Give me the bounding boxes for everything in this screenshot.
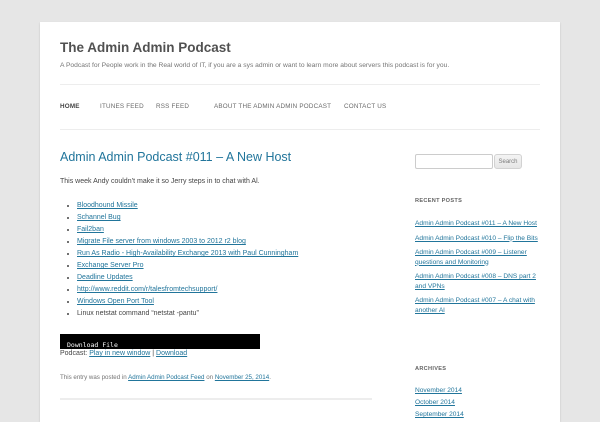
nav-item-home[interactable]: HOME bbox=[60, 85, 80, 129]
recent-post-link[interactable]: Admin Admin Podcast #008 – DNS part 2 an… bbox=[415, 273, 536, 290]
show-note-link[interactable]: Deadline Updates bbox=[77, 274, 133, 281]
list-item: Exchange Server Pro bbox=[77, 260, 298, 272]
site-description: A Podcast for People work in the Real wo… bbox=[60, 62, 450, 69]
archives-list: November 2014 October 2014 September 201… bbox=[415, 386, 543, 422]
play-in-new-window-link[interactable]: Play in new window bbox=[89, 350, 150, 357]
show-note-link[interactable]: http://www.reddit.com/r/talesfromtechsup… bbox=[77, 286, 217, 293]
archives-title: ARCHIVES bbox=[415, 366, 447, 372]
podcast-links: Podcast: Play in new window | Download bbox=[60, 350, 187, 357]
main-navigation: HOME ITUNES FEED RSS FEED ABOUT THE ADMI… bbox=[60, 84, 540, 130]
show-note-link[interactable]: Windows Open Port Tool bbox=[77, 298, 154, 305]
site-title[interactable]: The Admin Admin Podcast bbox=[60, 40, 231, 55]
recent-post-link[interactable]: Admin Admin Podcast #010 – Flip the Bits bbox=[415, 235, 538, 242]
list-item: http://www.reddit.com/r/talesfromtechsup… bbox=[77, 284, 298, 296]
archive-link[interactable]: November 2014 bbox=[415, 387, 462, 394]
list-item: Admin Admin Podcast #009 – Listener ques… bbox=[415, 248, 543, 267]
post-date-link[interactable]: November 25, 2014 bbox=[215, 374, 269, 381]
meta-on: on bbox=[206, 374, 214, 381]
post-intro: This week Andy couldn’t make it so Jerry… bbox=[60, 178, 260, 185]
list-item: Admin Admin Podcast #007 – A chat with a… bbox=[415, 296, 543, 315]
list-item: Bloodhound Missile bbox=[77, 200, 298, 212]
archive-link[interactable]: October 2014 bbox=[415, 399, 455, 406]
recent-posts-title: RECENT POSTS bbox=[415, 198, 463, 204]
nav-item-contact-us[interactable]: CONTACT US bbox=[344, 85, 386, 129]
recent-posts-list: Admin Admin Podcast #011 – A New Host Ad… bbox=[415, 219, 543, 320]
category-link[interactable]: Admin Admin Podcast Feed bbox=[128, 374, 204, 381]
post-title[interactable]: Admin Admin Podcast #011 – A New Host bbox=[60, 150, 291, 164]
meta-prefix: This entry was posted in bbox=[60, 374, 127, 381]
list-item: September 2014 bbox=[415, 410, 543, 420]
recent-post-link[interactable]: Admin Admin Podcast #011 – A New Host bbox=[415, 220, 537, 227]
list-item: Schannel Bug bbox=[77, 212, 298, 224]
recent-post-link[interactable]: Admin Admin Podcast #007 – A chat with a… bbox=[415, 297, 535, 314]
list-item: Admin Admin Podcast #008 – DNS part 2 an… bbox=[415, 272, 543, 291]
nav-item-about[interactable]: ABOUT THE ADMIN ADMIN PODCAST bbox=[214, 85, 331, 129]
show-note-link[interactable]: Exchange Server Pro bbox=[77, 262, 144, 269]
show-notes-list: Bloodhound Missile Schannel Bug Fail2ban… bbox=[66, 200, 298, 320]
list-item: Run As Radio - High-Availability Exchang… bbox=[77, 248, 298, 260]
entry-meta: This entry was posted in Admin Admin Pod… bbox=[60, 374, 271, 381]
search-input[interactable] bbox=[415, 154, 493, 169]
list-item: Deadline Updates bbox=[77, 272, 298, 284]
list-item: Windows Open Port Tool bbox=[77, 296, 298, 308]
list-item: October 2014 bbox=[415, 398, 543, 408]
player-download-label[interactable]: Download File bbox=[67, 341, 118, 349]
list-item: November 2014 bbox=[415, 386, 543, 396]
show-note-text: Linux netstat command “netstat -pantu” bbox=[77, 310, 199, 317]
recent-post-link[interactable]: Admin Admin Podcast #009 – Listener ques… bbox=[415, 249, 527, 266]
list-item: Fail2ban bbox=[77, 224, 298, 236]
list-item: Migrate File server from windows 2003 to… bbox=[77, 236, 298, 248]
show-note-link[interactable]: Migrate File server from windows 2003 to… bbox=[77, 238, 246, 245]
search-button[interactable]: Search bbox=[494, 154, 522, 169]
show-note-link[interactable]: Fail2ban bbox=[77, 226, 104, 233]
archive-link[interactable]: September 2014 bbox=[415, 411, 464, 418]
download-link[interactable]: Download bbox=[156, 350, 187, 357]
show-note-link[interactable]: Run As Radio - High-Availability Exchang… bbox=[77, 250, 298, 257]
audio-player[interactable]: Download File bbox=[60, 334, 260, 349]
list-item: Admin Admin Podcast #011 – A New Host bbox=[415, 219, 543, 229]
nav-item-itunes-feed[interactable]: ITUNES FEED bbox=[100, 85, 144, 129]
list-item: Admin Admin Podcast #010 – Flip the Bits bbox=[415, 234, 543, 244]
show-note-link[interactable]: Bloodhound Missile bbox=[77, 202, 138, 209]
nav-item-rss-feed[interactable]: RSS FEED bbox=[156, 85, 189, 129]
meta-end: . bbox=[269, 374, 271, 381]
list-item: Linux netstat command “netstat -pantu” bbox=[77, 308, 298, 320]
show-note-link[interactable]: Schannel Bug bbox=[77, 214, 121, 221]
page-container: The Admin Admin Podcast A Podcast for Pe… bbox=[40, 22, 560, 422]
podcast-prefix: Podcast: bbox=[60, 350, 88, 357]
separator: | bbox=[152, 350, 155, 357]
